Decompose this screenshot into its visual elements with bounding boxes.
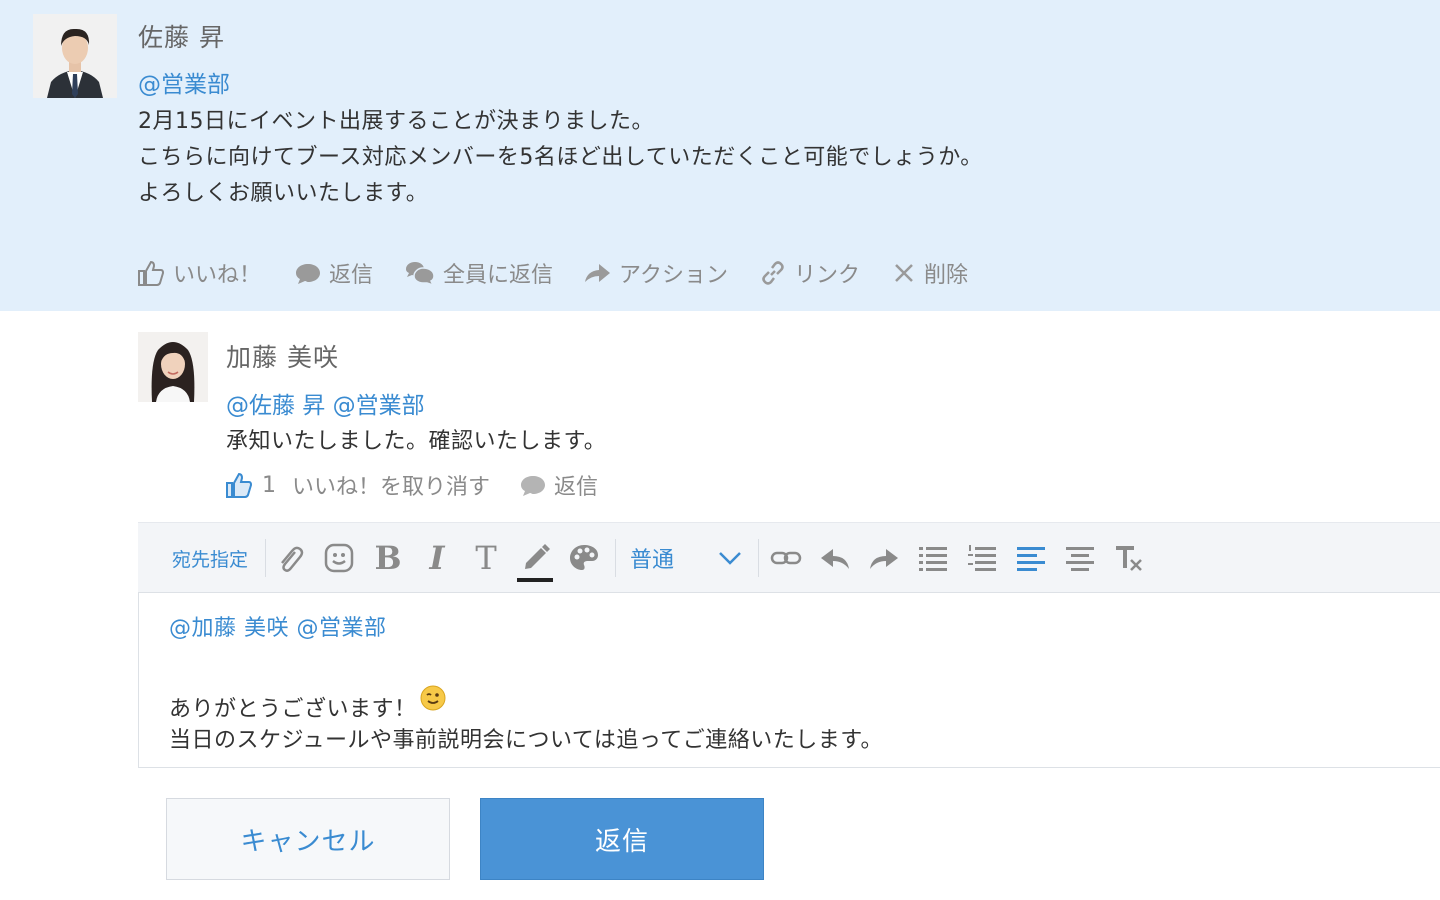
insert-link-button[interactable] xyxy=(766,523,806,593)
undo-button[interactable] xyxy=(815,523,855,593)
submit-reply-button[interactable]: 返信 xyxy=(480,798,764,880)
like-button[interactable]: いいね！ xyxy=(137,257,261,289)
editor-toolbar: 宛先指定 B I T 普通 xyxy=(138,522,1440,593)
align-center-button[interactable] xyxy=(1060,523,1100,593)
cancel-label: キャンセル xyxy=(240,826,376,857)
reply-all-button[interactable]: 全員に返信 xyxy=(405,257,553,289)
double-speech-bubble-icon xyxy=(406,262,435,286)
font-size-button[interactable]: T xyxy=(466,523,506,593)
link-button[interactable]: リンク xyxy=(760,257,860,289)
recipient-button[interactable]: 宛先指定 xyxy=(154,523,266,593)
background-color-button[interactable] xyxy=(564,523,604,593)
reply-all-label: 全員に返信 xyxy=(443,263,554,288)
post-body-line: こちらに向けてブース対応メンバーを5名ほど出していただくこと可能でしょうか。 xyxy=(138,145,983,170)
post-author: 佐藤 昇 xyxy=(138,23,225,52)
link-label: リンク xyxy=(793,263,860,288)
comment-actions: 1 いいね！を取り消す 返信 xyxy=(224,469,598,501)
comment-reply-label: 返信 xyxy=(554,475,599,500)
thumbs-up-icon xyxy=(138,260,165,286)
chevron-down-icon xyxy=(719,552,741,565)
pencil-icon xyxy=(517,544,553,582)
format-select-value: 普通 xyxy=(630,548,675,573)
comment-reply-button[interactable]: 返信 xyxy=(520,469,598,501)
comment-text: 承知いたしました。確認いたします。 xyxy=(226,429,607,454)
italic-icon: I xyxy=(429,539,445,577)
toolbar-divider xyxy=(615,539,616,577)
redo-button[interactable] xyxy=(864,523,904,593)
unlike-button[interactable]: 1 いいね！を取り消す xyxy=(224,469,490,501)
action-button[interactable]: アクション xyxy=(583,257,728,289)
align-left-button[interactable] xyxy=(1011,523,1051,593)
reply-editor[interactable]: @加藤 美咲 @営業部 ありがとうございます！ 当日のスケジュールや事前説明会に… xyxy=(138,592,1440,768)
align-center-icon xyxy=(1066,547,1094,571)
reply-label: 返信 xyxy=(329,263,374,288)
toolbar-divider xyxy=(265,539,266,577)
delete-button[interactable]: 削除 xyxy=(892,257,968,289)
italic-button[interactable]: I xyxy=(417,523,457,593)
speech-bubble-icon xyxy=(521,476,546,496)
format-select[interactable]: 普通 xyxy=(620,523,752,593)
comment-mention[interactable]: @佐藤 昇 @営業部 xyxy=(226,386,425,420)
editor-text: 当日のスケジュールや事前説明会については追ってご連絡いたします。 xyxy=(169,728,884,753)
link-icon xyxy=(770,551,802,565)
recipient-label: 宛先指定 xyxy=(171,548,248,571)
arrow-right-icon xyxy=(585,264,611,282)
emoji-button[interactable] xyxy=(319,523,359,593)
thumbs-up-icon xyxy=(226,472,253,498)
smiley-icon xyxy=(324,543,354,573)
action-label: アクション xyxy=(619,263,728,288)
editor-text: ありがとうございます！ xyxy=(169,697,417,722)
post-body-line: よろしくお願いいたします。 xyxy=(138,181,429,206)
bullet-list-icon xyxy=(919,547,947,571)
paperclip-icon xyxy=(281,546,304,572)
unlike-label: いいね！を取り消す xyxy=(292,475,491,500)
post-body-line: 2月15日にイベント出展することが決まりました。 xyxy=(138,109,654,134)
post-actions: いいね！ 返信 全員に返信 アクション リンク 削除 xyxy=(137,257,968,289)
reply-button[interactable]: 返信 xyxy=(295,257,373,289)
avatar[interactable] xyxy=(33,14,117,98)
submit-reply-label: 返信 xyxy=(594,826,649,857)
avatar[interactable] xyxy=(138,332,208,402)
post-mention[interactable]: @営業部 xyxy=(138,65,230,99)
clear-format-icon xyxy=(1116,546,1142,571)
attach-button[interactable] xyxy=(270,523,310,593)
text-size-icon: T xyxy=(475,539,497,577)
align-left-icon xyxy=(1017,547,1045,571)
bold-icon: B xyxy=(374,539,402,577)
close-icon xyxy=(895,264,913,282)
bullet-list-button[interactable] xyxy=(913,523,953,593)
wink-emoji-icon xyxy=(420,685,446,711)
clear-format-button[interactable] xyxy=(1109,523,1149,593)
palette-icon xyxy=(570,545,598,570)
editor-line: ありがとうございます！ xyxy=(169,684,447,723)
redo-icon xyxy=(870,549,898,569)
cancel-button[interactable]: キャンセル xyxy=(166,798,450,880)
undo-icon xyxy=(821,549,849,569)
numbered-list-icon xyxy=(968,545,996,571)
delete-label: 削除 xyxy=(923,263,968,288)
editor-mention[interactable]: @加藤 美咲 @営業部 xyxy=(169,610,387,642)
numbered-list-button[interactable] xyxy=(962,523,1002,593)
bold-button[interactable]: B xyxy=(368,523,408,593)
toolbar-divider xyxy=(758,539,759,577)
comment-author: 加藤 美咲 xyxy=(226,343,339,372)
post: 佐藤 昇 @営業部 2月15日にイベント出展することが決まりました。 こちらに向… xyxy=(0,0,1440,311)
like-label: いいね！ xyxy=(173,263,262,288)
text-color-button[interactable] xyxy=(515,523,555,593)
speech-bubble-icon xyxy=(296,264,321,284)
like-count: 1 xyxy=(262,472,276,498)
link-icon xyxy=(762,261,784,285)
